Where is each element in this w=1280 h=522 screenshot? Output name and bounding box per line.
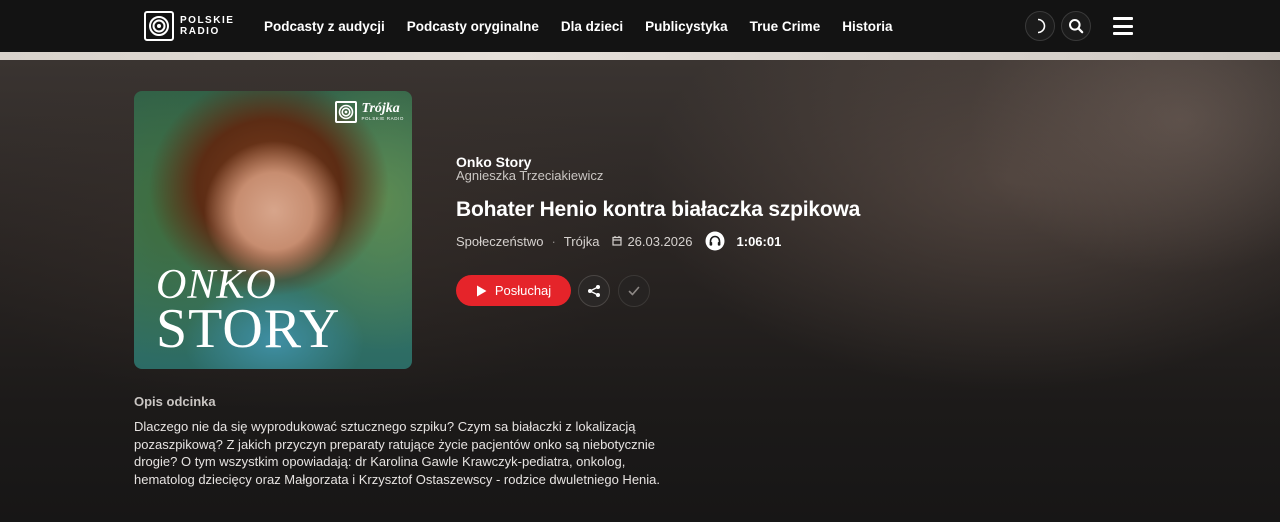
menu-icon <box>1113 17 1133 20</box>
logo-text: POLSKIE RADIO <box>180 15 234 37</box>
listen-button[interactable]: Posłuchaj <box>456 275 571 306</box>
polskie-radio-logo[interactable]: POLSKIE RADIO <box>144 11 234 41</box>
menu-button[interactable] <box>1112 15 1134 37</box>
nav-item-publicystyka[interactable]: Publicystyka <box>645 19 728 34</box>
top-navigation: POLSKIE RADIO Podcasty z audycji Podcast… <box>0 0 1280 52</box>
nav-item-historia[interactable]: Historia <box>842 19 892 34</box>
theme-toggle-icon <box>1037 18 1046 34</box>
nav-item-true-crime[interactable]: True Crime <box>750 19 821 34</box>
meta-separator: · <box>551 233 556 249</box>
episode-station[interactable]: Trójka <box>564 234 600 249</box>
episode-meta: Społeczeństwo · Trójka 26.03.2026 1:06:0… <box>456 231 781 251</box>
main-nav: Podcasty z audycji Podcasty oryginalne D… <box>264 0 892 52</box>
calendar-icon <box>612 236 623 246</box>
share-icon <box>588 285 600 297</box>
mark-as-listened-button[interactable] <box>618 275 650 307</box>
search-icon <box>1069 19 1084 34</box>
nav-item-podcasty-z-audycji[interactable]: Podcasty z audycji <box>264 19 385 34</box>
episode-description: Dlaczego nie da się wyprodukować sztuczn… <box>134 419 661 487</box>
play-icon <box>476 285 487 296</box>
search-button[interactable] <box>1061 11 1091 41</box>
nav-item-podcasty-oryginalne[interactable]: Podcasty oryginalne <box>407 19 539 34</box>
headphones-icon <box>705 231 725 251</box>
episode-category[interactable]: Społeczeństwo <box>456 234 543 249</box>
theme-toggle-button[interactable] <box>1025 11 1055 41</box>
podcast-cover-image: Trójka POLSKIE RADIO ONKO STORY <box>134 91 412 369</box>
listen-button-label: Posłuchaj <box>494 283 552 298</box>
cover-title-line-2: STORY <box>156 298 341 360</box>
share-button[interactable] <box>578 275 610 307</box>
station-badge: Trójka POLSKIE RADIO <box>335 101 404 123</box>
episode-title: Bohater Henio kontra białaczka szpikowa <box>456 198 861 221</box>
station-badge-sub: POLSKIE RADIO <box>361 116 404 122</box>
logo-line-1: POLSKIE <box>180 15 235 26</box>
nav-item-dla-dzieci[interactable]: Dla dzieci <box>561 19 623 34</box>
radio-logo-icon <box>144 11 174 41</box>
description-label: Opis odcinka <box>134 394 216 409</box>
logo-line-2: RADIO <box>180 26 220 37</box>
station-logo-icon <box>335 101 358 123</box>
show-author: Agnieszka Trzeciakiewicz <box>456 168 604 183</box>
check-icon <box>628 286 640 296</box>
episode-date: 26.03.2026 <box>627 233 693 249</box>
episode-duration: 1:06:01 <box>736 233 782 249</box>
station-badge-brand: Trójka <box>361 101 400 117</box>
header-divider <box>0 52 1280 60</box>
